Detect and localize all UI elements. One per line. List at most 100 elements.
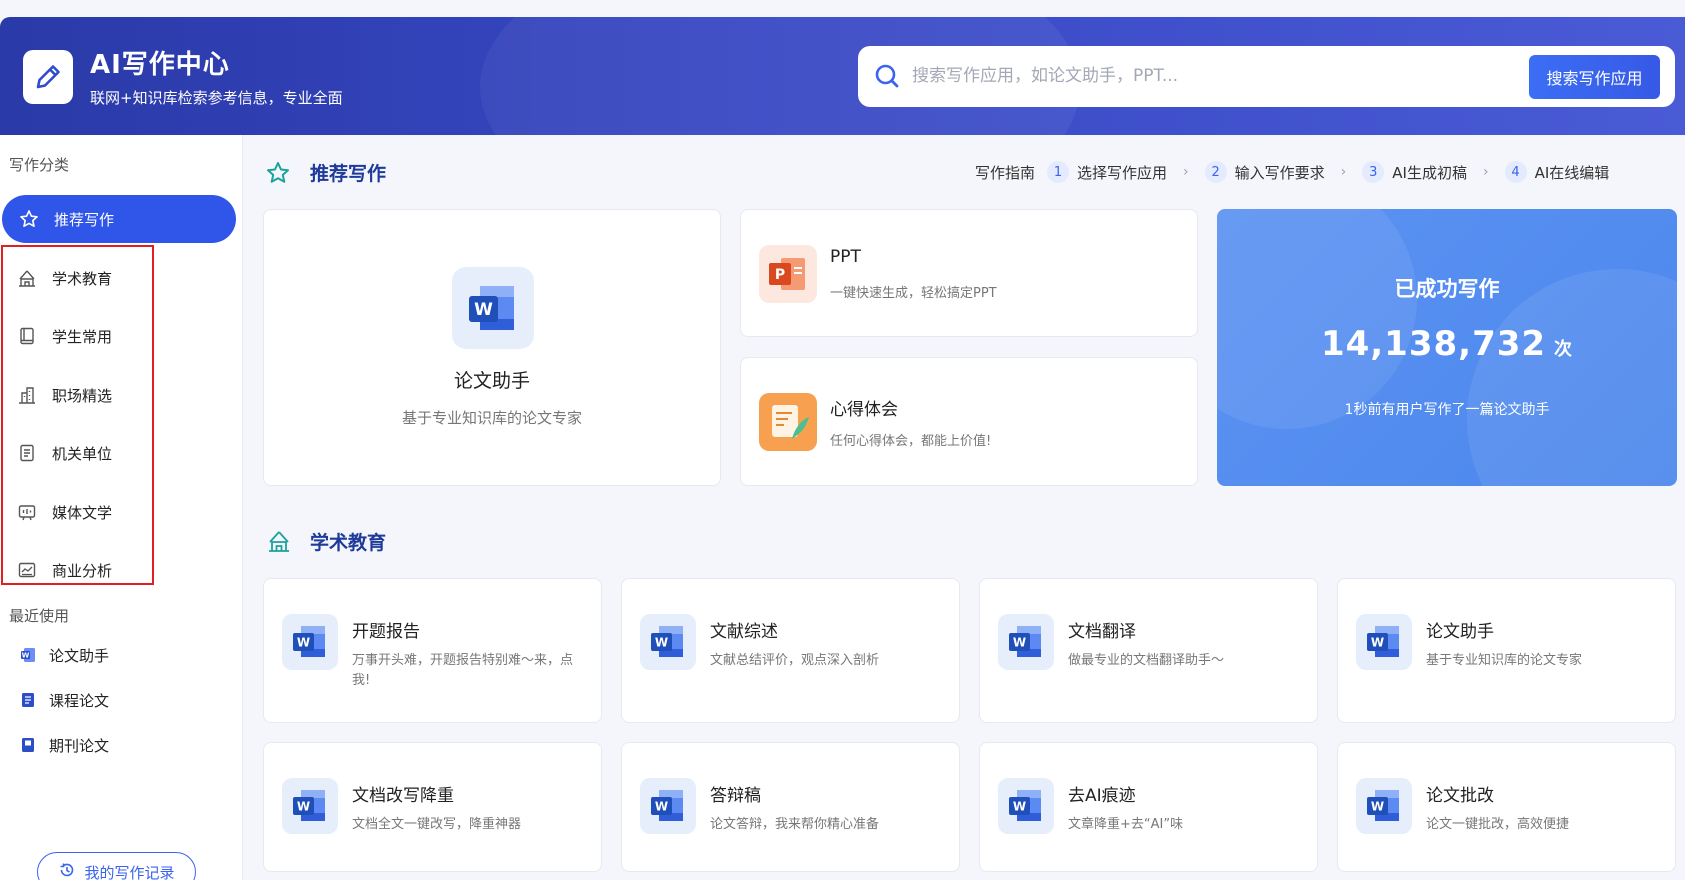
recent-item-label: 期刊论文 (49, 736, 110, 755)
word-icon: W (452, 267, 534, 353)
sidebar: 写作分类 推荐写作 学术教育 学生常用 职场精选 机关单位 媒体文学 商业分析 … (0, 135, 243, 880)
word-icon: W (282, 778, 338, 838)
search-input[interactable] (912, 56, 1512, 96)
word-icon: W (640, 614, 696, 674)
recommended-title: 推荐写作 (310, 163, 387, 185)
card-experience[interactable]: 心得体会 任何心得体会，都能上价值! (740, 357, 1198, 486)
recent-item-course-paper[interactable]: 课程论文 (0, 680, 234, 720)
step-label: 选择写作应用 (1077, 163, 1168, 182)
tool-title: 文档翻译 (1068, 622, 1136, 642)
tool-desc: 文章降重+去“AI”味 (1068, 817, 1184, 832)
star-icon (265, 160, 291, 190)
feature-card-desc: 基于专业知识库的论文专家 (401, 409, 582, 427)
category-heading: 写作分类 (9, 156, 70, 174)
sidebar-item-label: 推荐写作 (54, 210, 115, 229)
tool-card[interactable]: W 开题报告 万事开头难，开题报告特别难～来，点我! (263, 578, 602, 723)
step-number: 4 (1504, 161, 1527, 183)
notes-icon (759, 393, 817, 455)
svg-text:P: P (775, 267, 785, 283)
word-icon: W (640, 778, 696, 838)
history-button-label: 我的写作记录 (84, 863, 175, 880)
tool-title: 文献综述 (710, 622, 778, 642)
stats-unit: 次 (1554, 339, 1574, 360)
tool-title: 论文批改 (1426, 786, 1494, 806)
recent-item-paper-assistant[interactable]: W 论文助手 (0, 635, 234, 675)
app-subtitle: 联网+知识库检索参考信息，专业全面 (90, 89, 343, 107)
tool-title: 文档改写降重 (352, 786, 454, 806)
tool-card[interactable]: W 文献综述 文献总结评价，观点深入剖析 (621, 578, 960, 723)
highlight-box (1, 245, 154, 585)
tool-card[interactable]: W 答辩稿 论文答辩，我来帮你精心准备 (621, 742, 960, 872)
course-icon (19, 691, 37, 709)
recent-item-label: 论文助手 (49, 646, 110, 665)
card-title: 心得体会 (830, 400, 898, 420)
tool-card[interactable]: W 论文批改 论文一键批改，高效便捷 (1337, 742, 1676, 872)
card-title: PPT (830, 247, 861, 267)
journal-icon (19, 736, 37, 754)
word-icon: W (282, 614, 338, 674)
svg-text:W: W (1371, 800, 1384, 814)
word-icon: W (1356, 614, 1412, 674)
svg-text:W: W (655, 636, 668, 650)
step-number: 1 (1047, 161, 1070, 183)
svg-text:W: W (297, 800, 310, 814)
step-label: 输入写作要求 (1234, 163, 1325, 182)
history-icon (58, 861, 76, 880)
chevron-right-icon: › (1340, 164, 1347, 180)
tool-card[interactable]: W 去AI痕迹 文章降重+去“AI”味 (979, 742, 1318, 872)
stats-title: 已成功写作 (1394, 277, 1500, 301)
tool-desc: 万事开头难，开题报告特别难～来，点我! (352, 653, 574, 689)
sidebar-item-recommended[interactable]: 推荐写作 (2, 195, 236, 243)
svg-text:W: W (1013, 636, 1026, 650)
svg-text:W: W (474, 300, 493, 320)
tool-card[interactable]: W 论文助手 基于专业知识库的论文专家 (1337, 578, 1676, 723)
tool-title: 去AI痕迹 (1068, 786, 1136, 806)
word-icon: W (998, 778, 1054, 838)
tool-desc: 基于专业知识库的论文专家 (1426, 653, 1583, 668)
academy-icon (266, 528, 292, 558)
chevron-right-icon: › (1482, 164, 1489, 180)
svg-text:W: W (22, 652, 30, 660)
card-ppt[interactable]: P PPT 一键快速生成，轻松搞定PPT (740, 209, 1198, 337)
guide-label: 写作指南 (975, 163, 1036, 182)
stats-card: 已成功写作 14,138,732 次 1秒前有用户写作了一篇论文助手 (1217, 209, 1677, 486)
step-label: AI生成初稿 (1392, 163, 1467, 182)
tool-card[interactable]: W 文档改写降重 文档全文一键改写，降重神器 (263, 742, 602, 872)
svg-text:W: W (1371, 636, 1384, 650)
tool-desc: 论文一键批改，高效便捷 (1426, 817, 1570, 832)
writing-guide: 写作指南 1 选择写作应用 › 2 输入写作要求 › 3 AI生成初稿 › 4 … (975, 159, 1609, 185)
step-number: 2 (1204, 161, 1227, 183)
word-icon: W (19, 646, 37, 664)
tool-desc: 做最专业的文档翻译助手～ (1068, 653, 1225, 668)
star-icon (18, 208, 40, 230)
step-number: 3 (1362, 161, 1385, 183)
step-label: AI在线编辑 (1534, 163, 1610, 182)
tool-desc: 文献总结评价，观点深入剖析 (710, 653, 880, 668)
search-button[interactable]: 搜索写作应用 (1529, 55, 1660, 99)
stats-value-row: 14,138,732 次 (1217, 324, 1677, 364)
card-desc: 一键快速生成，轻松搞定PPT (830, 286, 997, 301)
word-icon: W (998, 614, 1054, 674)
recent-item-journal-paper[interactable]: 期刊论文 (0, 725, 234, 765)
search-icon (874, 63, 900, 93)
stats-value: 14,138,732 (1320, 324, 1547, 364)
feature-card-title: 论文助手 (453, 370, 530, 392)
tool-title: 论文助手 (1426, 622, 1494, 642)
header-banner: AI写作中心 联网+知识库检索参考信息，专业全面 搜索写作应用 (0, 17, 1685, 135)
tool-desc: 文档全文一键改写，降重神器 (352, 817, 522, 832)
powerpoint-icon: P (759, 245, 817, 307)
stats-desc: 1秒前有用户写作了一篇论文助手 (1344, 402, 1550, 418)
chevron-right-icon: › (1183, 164, 1189, 180)
search-bar: 搜索写作应用 (858, 46, 1675, 107)
recent-heading: 最近使用 (9, 607, 70, 625)
tool-title: 开题报告 (352, 622, 420, 642)
app-title: AI写作中心 (90, 50, 230, 80)
tool-card[interactable]: W 文档翻译 做最专业的文档翻译助手～ (979, 578, 1318, 723)
feature-card-paper-assistant[interactable]: W 论文助手 基于专业知识库的论文专家 (263, 209, 721, 486)
svg-text:W: W (655, 800, 668, 814)
tool-title: 答辩稿 (710, 786, 761, 806)
recent-item-label: 课程论文 (49, 691, 110, 710)
card-desc: 任何心得体会，都能上价值! (830, 434, 992, 449)
my-writing-history-button[interactable]: 我的写作记录 (37, 852, 196, 880)
svg-text:W: W (1013, 800, 1026, 814)
